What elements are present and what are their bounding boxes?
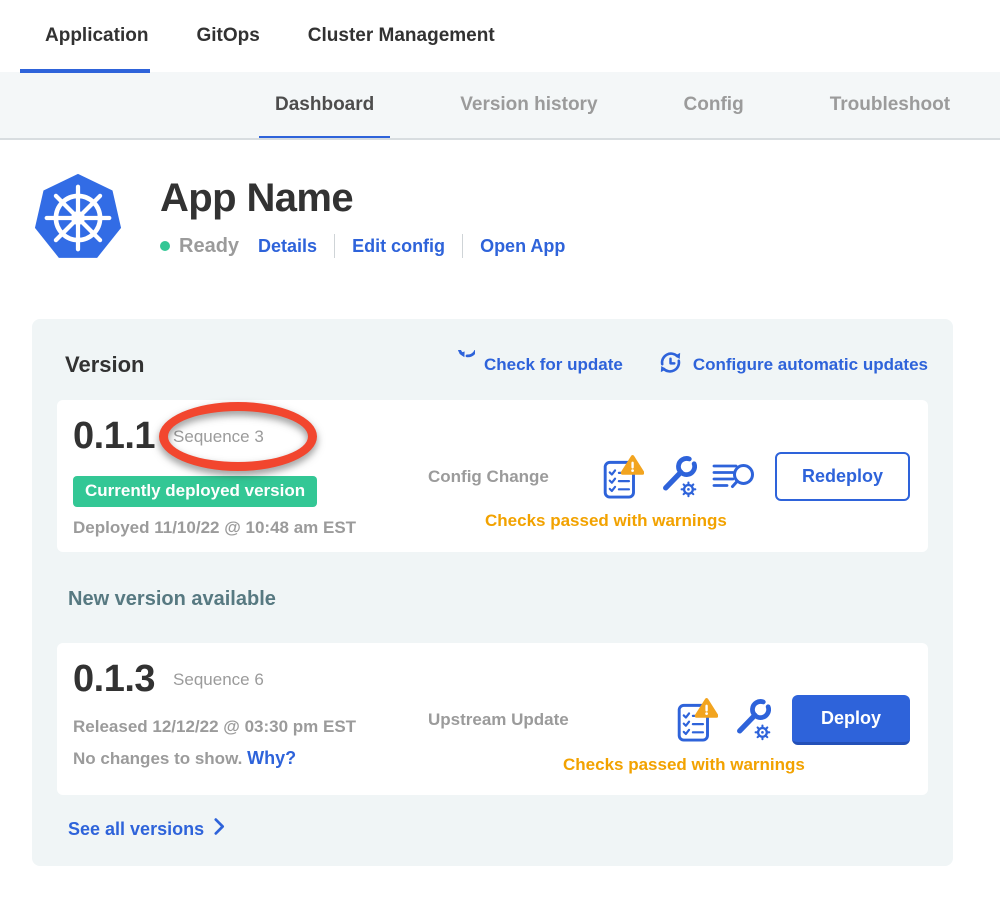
details-link[interactable]: Details	[258, 236, 317, 257]
currently-deployed-badge: Currently deployed version	[73, 476, 317, 507]
status-badge: Ready	[179, 235, 239, 258]
divider	[334, 234, 335, 258]
configure-automatic-updates-button[interactable]: Configure automatic updates	[657, 349, 928, 381]
tab-config[interactable]: Config	[668, 72, 760, 138]
status-dot	[160, 241, 170, 251]
new-version-heading: New version available	[68, 588, 928, 611]
divider	[462, 234, 463, 258]
checks-status-available: Checks passed with warnings	[563, 755, 805, 775]
chevron-right-icon	[214, 818, 225, 840]
primary-nav: Application GitOps Cluster Management	[0, 0, 1000, 72]
deployed-timestamp: Deployed 11/10/22 @ 10:48 am EST	[73, 518, 395, 538]
open-app-link[interactable]: Open App	[480, 236, 565, 257]
available-version-number: 0.1.3	[73, 658, 155, 701]
page-title: App Name	[160, 176, 565, 221]
version-section-title: Version	[65, 352, 144, 378]
refresh-icon	[449, 350, 475, 381]
scheduled-update-icon	[657, 349, 684, 381]
deploy-button[interactable]: Deploy	[792, 695, 910, 745]
tab-troubleshoot[interactable]: Troubleshoot	[814, 72, 966, 138]
configure-automatic-updates-label: Configure automatic updates	[693, 355, 928, 375]
why-link[interactable]: Why?	[247, 748, 296, 768]
current-version-number: 0.1.1	[73, 415, 155, 458]
redeploy-button[interactable]: Redeploy	[775, 452, 910, 501]
wrench-gear-icon[interactable]	[659, 455, 697, 499]
check-for-update-button[interactable]: Check for update	[449, 350, 623, 381]
version-panel: Version Check for update	[32, 319, 953, 866]
app-tab-bar: Dashboard Version history Config Trouble…	[0, 72, 1000, 140]
wrench-gear-icon[interactable]	[733, 698, 771, 742]
tab-dashboard[interactable]: Dashboard	[259, 72, 390, 138]
available-sequence-label: Sequence 6	[173, 670, 264, 690]
check-for-update-label: Check for update	[484, 355, 623, 375]
nav-item-gitops[interactable]: GitOps	[196, 0, 259, 72]
tab-version-history[interactable]: Version history	[444, 72, 613, 138]
current-version-source: Config Change	[428, 467, 549, 487]
checks-status-current: Checks passed with warnings	[485, 511, 727, 531]
available-version-source: Upstream Update	[428, 710, 569, 730]
released-timestamp: Released 12/12/22 @ 03:30 pm EST	[73, 717, 395, 737]
file-diff-magnifier-icon[interactable]	[712, 462, 756, 492]
kubernetes-logo-icon	[32, 172, 124, 269]
current-version-card: 0.1.1 Sequence 3 Currently deployed vers…	[57, 400, 928, 552]
preflight-checklist-warning-icon[interactable]	[602, 454, 644, 500]
no-changes-text: No changes to show.	[73, 749, 242, 768]
see-all-versions-link[interactable]: See all versions	[68, 818, 928, 840]
edit-config-link[interactable]: Edit config	[352, 236, 445, 257]
nav-item-cluster-management[interactable]: Cluster Management	[308, 0, 495, 72]
available-version-card: 0.1.3 Sequence 6 Released 12/12/22 @ 03:…	[57, 643, 928, 795]
see-all-versions-label: See all versions	[68, 819, 204, 840]
nav-item-application[interactable]: Application	[45, 0, 148, 72]
current-sequence-label: Sequence 3	[173, 427, 264, 447]
app-header: App Name Ready Details Edit config Open …	[0, 140, 1000, 269]
preflight-checklist-warning-icon[interactable]	[676, 697, 718, 743]
